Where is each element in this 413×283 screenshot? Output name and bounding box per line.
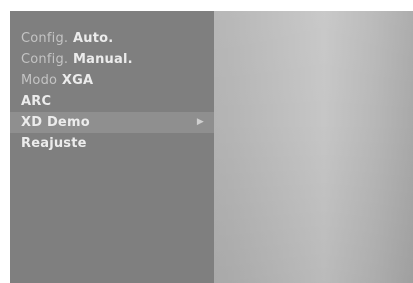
tv-screen: Config. Auto. Config. Manual. Modo XGA A… <box>10 11 413 283</box>
menu-item-label: XD Demo <box>21 115 90 130</box>
osd-menu-list: Config. Auto. Config. Manual. Modo XGA A… <box>10 28 214 154</box>
menu-item-prefix: Config. <box>21 31 69 46</box>
menu-item-modo-xga[interactable]: Modo XGA <box>10 70 214 91</box>
menu-item-reajuste[interactable]: Reajuste <box>10 133 214 154</box>
triangle-right-icon: ▶ <box>196 117 204 127</box>
menu-item-label: Auto. <box>72 31 114 46</box>
menu-item-label: ARC <box>21 94 52 109</box>
osd-menu-panel: Config. Auto. Config. Manual. Modo XGA A… <box>10 11 214 283</box>
menu-item-label: Reajuste <box>21 136 87 151</box>
menu-item-config-auto[interactable]: Config. Auto. <box>10 28 214 49</box>
menu-item-prefix: Config. <box>21 52 69 67</box>
menu-item-label: Manual. <box>72 52 133 67</box>
menu-item-config-manual[interactable]: Config. Manual. <box>10 49 214 70</box>
menu-item-arc[interactable]: ARC <box>10 91 214 112</box>
menu-item-xd-demo[interactable]: XD Demo ▶ <box>10 112 214 133</box>
menu-item-label: XGA <box>61 73 94 88</box>
menu-item-prefix: Modo <box>21 73 58 88</box>
